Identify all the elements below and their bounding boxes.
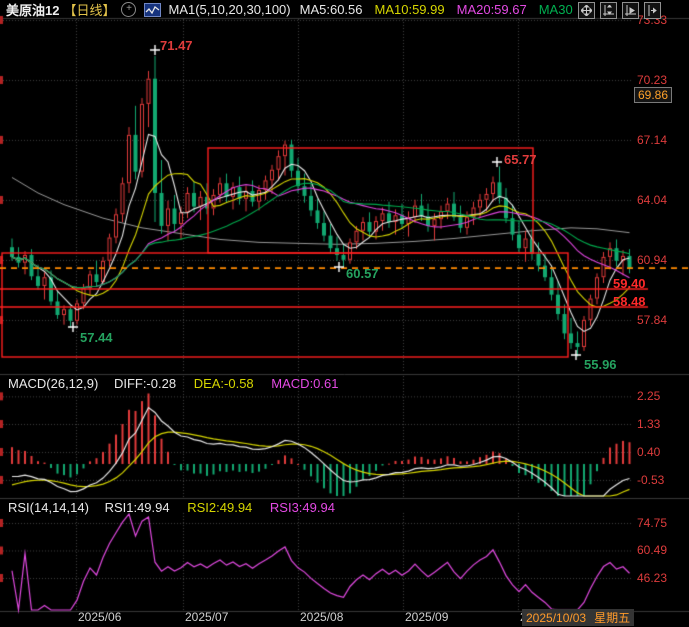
macd-y-axis-label: 1.33 (637, 417, 660, 431)
price-marker-label: 55.96 (584, 357, 617, 372)
rsi-y-axis-label: 60.49 (637, 543, 667, 557)
ma30-value: MA30 (539, 2, 573, 17)
current-date-box[interactable]: 2025/10/03 星期五 (522, 609, 634, 626)
rsi-legend: RSI(14,14,14) RSI1:49.94 RSI2:49.94 RSI3… (8, 500, 335, 515)
main-y-axis-label: 70.23 (637, 73, 667, 87)
hline-price-label: 59.40 (613, 276, 646, 291)
rsi2-value: RSI2:49.94 (187, 500, 252, 515)
macd-legend: MACD(26,12,9) DIFF:-0.28 DEA:-0.58 MACD:… (8, 376, 339, 391)
ma20-value: MA20:59.67 (457, 2, 527, 17)
macd-y-axis-label: -0.53 (637, 473, 664, 487)
shift-right-icon[interactable] (644, 2, 661, 19)
macd-diff-value: DIFF:-0.28 (114, 376, 176, 391)
trading-chart-window: 美原油12 【日线】 + MA1(5,10,20,30,100) MA5:60.… (0, 0, 689, 627)
price-marker-label: 71.47 (160, 38, 193, 53)
y-axis-scale-icon[interactable] (600, 2, 617, 19)
current-date: 2025/10/03 (526, 611, 586, 625)
rsi-y-axis-label: 74.75 (637, 516, 667, 530)
month-label: 2025/09 (405, 610, 448, 624)
ma10-value: MA10:59.99 (375, 2, 445, 17)
rsi-name: RSI(14,14,14) (8, 500, 89, 515)
period-label: 【日线】 (63, 0, 115, 19)
price-marker-label: 60.57 (346, 266, 379, 281)
macd-y-axis-label: 0.40 (637, 445, 660, 459)
month-label: 2025/06 (78, 610, 121, 624)
chart-toolbar (578, 2, 661, 19)
macd-dea-value: DEA:-0.58 (194, 376, 254, 391)
symbol-name: 美原油12 (6, 0, 59, 19)
chart-canvas[interactable] (0, 0, 689, 627)
macd-macd-value: MACD:0.61 (271, 376, 338, 391)
macd-y-axis-label: 2.25 (637, 389, 660, 403)
rsi-y-axis-label: 46.23 (637, 571, 667, 585)
month-label: 2025/07 (185, 610, 228, 624)
price-marker-label: 65.77 (504, 152, 537, 167)
month-label: 2025/08 (300, 610, 343, 624)
pan-tool-icon[interactable] (578, 2, 595, 19)
ma-settings-label: MA1(5,10,20,30,100) (168, 2, 290, 17)
macd-name: MACD(26,12,9) (8, 376, 98, 391)
main-y-axis-label: 57.84 (637, 313, 667, 327)
rsi1-value: RSI1:49.94 (105, 500, 170, 515)
ma5-value: MA5:60.56 (300, 2, 363, 17)
current-weekday: 星期五 (594, 609, 630, 626)
hline-price-label: 58.48 (613, 294, 646, 309)
kline-chart-icon[interactable] (144, 3, 161, 17)
main-y-axis-label: 64.04 (637, 193, 667, 207)
price-marker-label: 57.44 (80, 330, 113, 345)
price-badge: 69.86 (634, 87, 672, 103)
main-y-axis-label: 60.94 (637, 253, 667, 267)
add-indicator-icon[interactable]: + (121, 2, 136, 17)
rsi3-value: RSI3:49.94 (270, 500, 335, 515)
x-axis-scale-icon[interactable] (622, 2, 639, 19)
main-y-axis-label: 67.14 (637, 133, 667, 147)
